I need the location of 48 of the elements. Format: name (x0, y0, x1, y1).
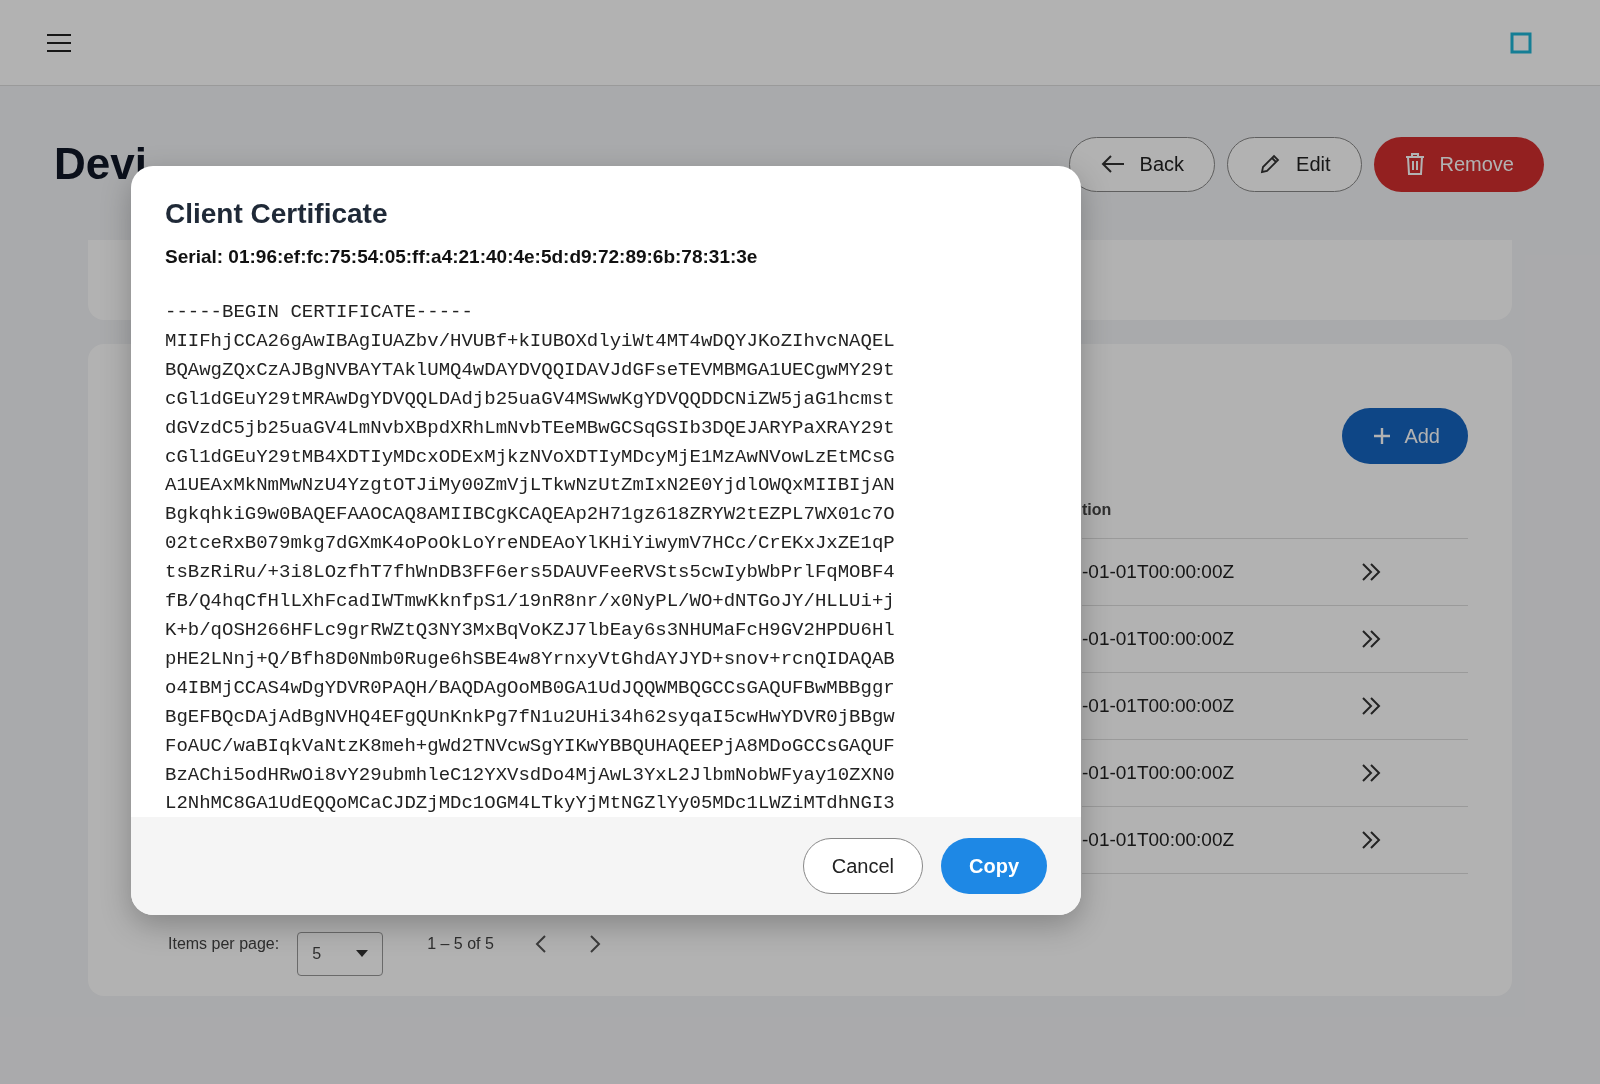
edit-button[interactable]: Edit (1227, 136, 1362, 192)
table-cell-text: -01-01T00:00:00Z (1082, 561, 1236, 583)
double-chevron-icon[interactable] (1360, 561, 1382, 583)
certificate-line: L2NhMC8GA1UdEQQoMCaCJDZjMDc1OGM4LTkyYjMtNGZlYy05MDc1LWZiMTdhNGI3 (165, 791, 896, 817)
double-chevron-icon[interactable] (1360, 695, 1382, 717)
previous-page-icon[interactable] (533, 934, 548, 954)
certificate-line: cGl1dGEuY29tMB4XDTIyMDcxODExMjkzNVoXDTIyMDcyMjE1MzAwNVowLzEtMCsG (165, 444, 896, 470)
certificate-line: A1UEAxMkNmMwNzU4YzgtOTJiMy00ZmVjLTkwNzUtZmIxN2E0YjdlOWQxMIIBIjAN (165, 473, 896, 499)
certificate-line: K+b/qOSH266HFLc9grRWZtQ3NY3MxBqVoKZJ7lbEay6s3NHUMaFcH9GV2HPDU6Hl (165, 617, 896, 643)
column-header: tion (1082, 501, 1112, 519)
page-title: Devi (54, 139, 147, 189)
certificate-line: BzAChi5odHRwOi8vY29ubmhleC12YXVsdDo4MjAwL3YxL2JlbmNobWFyay10ZXN0 (165, 762, 896, 788)
copy-button[interactable]: Copy (941, 838, 1047, 894)
certificate-line: BQAwgZQxCzAJBgNVBAYTAklUMQ4wDAYDVQQIDAVJdGFseTEVMBMGA1UECgwMY29t (165, 357, 896, 383)
certificate-line: dGVzdC5jb25uaGV4LmNvbXBpdXRhLmNvbTEeMBwGCSqGSIb3DQEJARYPaXRAY29t (165, 415, 896, 441)
certificate-line: pHE2LNnj+Q/Bfh8D0Nmb0Ruge6hSBE4w8YrnxyVtGhdAYJYD+snov+rcnQIDAQAB (165, 646, 896, 672)
certificate-line: cGl1dGEuY29tMRAwDgYDVQQLDAdjb25uaGV4MSwwKgYDVQQDDCNiZW5jaG1hcmst (165, 386, 896, 412)
certificate-line: MIIFhjCCA26gAwIBAgIUAZbv/HVUBf+kIUBOXdlyiWt4MT4wDQYJKoZIhvcNAQEL (165, 328, 896, 354)
double-chevron-icon[interactable] (1360, 628, 1382, 650)
table-cell-text: -01-01T00:00:00Z (1082, 695, 1236, 717)
plus-icon (1372, 426, 1393, 446)
certificate-line: -----BEGIN CERTIFICATE----- (165, 300, 474, 325)
table-cell-text: -01-01T00:00:00Z (1082, 829, 1236, 851)
certificate-line: BgkqhkiG9w0BAQEFAAOCAQ8AMIIBCgKCAQEAp2H71gz618ZRYW2tEZPL7WX01c7O (165, 502, 896, 528)
page-size-select[interactable]: 5 (297, 932, 384, 976)
certificate-line: o4IBMjCCAS4wDgYDVR0PAQH/BAQDAgOoMB0GA1UdJQQWMBQGCCsGAQUFBwMBBggr (165, 675, 896, 701)
items-per-page-label: Items per page: (168, 935, 280, 953)
certificate-line: BgEFBQcDAjAdBgNVHQ4EFgQUnKnkPg7fN1u2UHi34h62syqaI5cwHwYDVR0jBBgw (165, 704, 896, 730)
left-arrow-icon (1099, 154, 1126, 174)
menu-icon[interactable] (46, 32, 72, 53)
remove-button[interactable]: Remove (1373, 136, 1544, 192)
table-cell-text: -01-01T00:00:00Z (1082, 762, 1236, 784)
serial-number: Serial: 01:96:ef:fc:75:54:05:ff:a4:21:40:4e:5d:d9:72:89:6b:78:31:3e (165, 246, 759, 268)
next-page-icon[interactable] (587, 934, 602, 954)
cancel-button[interactable]: Cancel (802, 838, 923, 894)
table-cell-text: -01-01T00:00:00Z (1082, 628, 1236, 650)
certificate-line: fB/Q4hqCfHlLXhFcadIWTmwKknfpS1/19nR8nr/x0NyPL/WO+dNTGoJY/HLLUi+j (165, 589, 896, 615)
certificate-line: FoAUC/waBIqkVaNtzK8meh+gWd2TNVcwSgYIKwYBBQUHAQEEPjA8MDoGCCsGAQUF (165, 733, 896, 759)
page-range: 1 – 5 of 5 (427, 935, 494, 953)
double-chevron-icon[interactable] (1360, 762, 1382, 784)
certificate-line: tsBzRiRu/+3i8LOzfhT7fhWnDB3FF6ers5DAUVFeeRVSts5cwIybWbPrlFqMOBF4 (165, 560, 896, 586)
trash-icon (1403, 152, 1426, 176)
back-button[interactable]: Back (1068, 136, 1216, 192)
add-button[interactable]: Add (1342, 408, 1468, 464)
double-chevron-icon[interactable] (1360, 829, 1382, 851)
certificate-line: 02tceRxB079mkg7dGXmK4oPoOkLoYreNDEAoYlKHiYiwymV7HCc/CrEKxJxZE1qP (165, 531, 896, 557)
dialog-title: Client Certificate (165, 198, 389, 230)
dropdown-caret-icon (356, 950, 369, 958)
